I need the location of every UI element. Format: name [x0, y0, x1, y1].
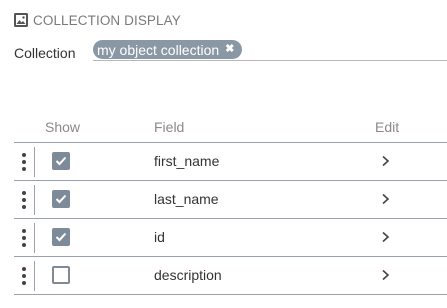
chevron-right-icon[interactable]: [380, 230, 392, 244]
drag-handle-icon[interactable]: [21, 153, 27, 171]
chevron-right-icon[interactable]: [380, 154, 392, 168]
show-checkbox[interactable]: [52, 228, 70, 246]
drag-handle-icon[interactable]: [21, 229, 27, 247]
checkmark-icon: [55, 232, 67, 242]
row-divider: [34, 223, 35, 253]
field-name: first_name: [154, 153, 220, 169]
show-checkbox[interactable]: [52, 152, 70, 170]
checkmark-icon: [55, 156, 67, 166]
collection-label: Collection: [14, 45, 76, 61]
drag-handle-icon[interactable]: [21, 191, 27, 209]
collection-select[interactable]: my object collection ✖: [93, 40, 447, 61]
close-icon[interactable]: ✖: [225, 44, 234, 55]
table-row: description: [14, 257, 447, 295]
collection-row: Collection my object collection ✖: [14, 40, 447, 64]
chevron-right-icon[interactable]: [380, 268, 392, 282]
row-divider: [34, 147, 35, 177]
column-header-field: Field: [154, 119, 185, 135]
field-name: last_name: [154, 191, 219, 207]
chevron-right-icon[interactable]: [380, 192, 392, 206]
drag-handle-icon[interactable]: [21, 267, 27, 285]
field-name: id: [154, 229, 165, 245]
table-row: first_name: [14, 143, 447, 181]
column-header-show: Show: [45, 119, 81, 135]
row-divider: [34, 185, 35, 215]
section-header: COLLECTION DISPLAY: [14, 10, 181, 30]
collection-chip: my object collection ✖: [93, 40, 243, 59]
table-row: id: [14, 219, 447, 257]
field-name: description: [154, 267, 222, 283]
fields-table: Show Field Edit first_name last_name id: [14, 112, 447, 295]
section-title: COLLECTION DISPLAY: [33, 12, 181, 28]
table-row: last_name: [14, 181, 447, 219]
table-header: Show Field Edit: [14, 112, 447, 143]
checkmark-icon: [55, 194, 67, 204]
row-divider: [34, 261, 35, 291]
image-icon: [14, 13, 28, 27]
show-checkbox[interactable]: [52, 190, 70, 208]
show-checkbox[interactable]: [52, 266, 70, 284]
column-header-edit: Edit: [375, 119, 400, 135]
collection-chip-label: my object collection: [97, 41, 220, 58]
